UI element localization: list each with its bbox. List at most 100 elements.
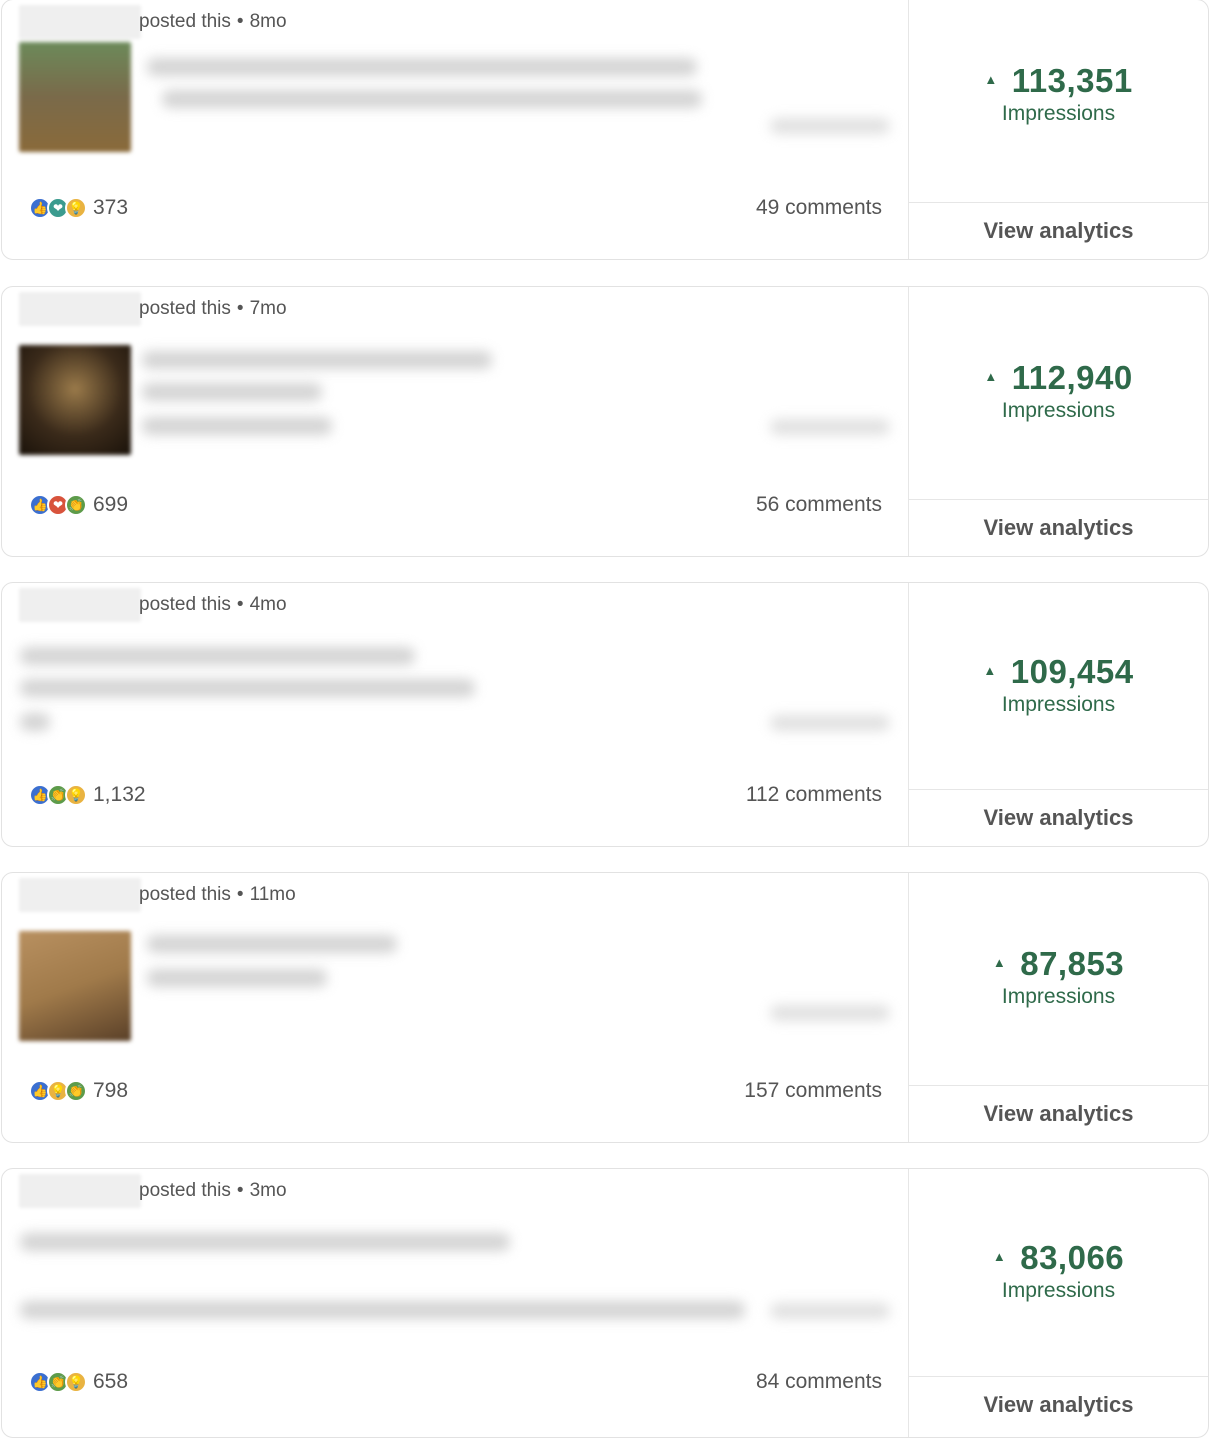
- reactions-summary[interactable]: 👍 ❤ 💡 373: [29, 196, 128, 220]
- reactions-summary[interactable]: 👍 👏 💡 658: [29, 1370, 128, 1394]
- reactions-count: 373: [93, 196, 129, 219]
- posted-this-label: posted this: [139, 11, 231, 32]
- impressions-value: 109,454: [1010, 653, 1134, 690]
- impressions-panel: ▲ 109,454 Impressions View analytics: [908, 583, 1208, 846]
- trend-up-icon: ▲: [984, 71, 998, 87]
- view-analytics-button[interactable]: View analytics: [909, 1376, 1208, 1433]
- impressions-value: 112,940: [1011, 359, 1133, 396]
- see-more-link[interactable]: [770, 419, 890, 435]
- post-content[interactable]: posted this • 3mo 👍 👏 💡 658 84 comments: [2, 1169, 908, 1437]
- celebrate-icon: 👏: [65, 494, 87, 516]
- post-content[interactable]: posted this • 7mo 👍 ❤ 👏 699 56 comments: [2, 287, 908, 556]
- post-age: 11mo: [249, 884, 296, 905]
- author-name-redacted: [19, 292, 141, 326]
- impressions-value-row: ▲ 87,853: [909, 945, 1208, 983]
- impressions-panel: ▲ 113,351 Impressions View analytics: [908, 0, 1208, 259]
- view-analytics-button[interactable]: View analytics: [909, 202, 1208, 259]
- trend-up-icon: ▲: [992, 1248, 1007, 1264]
- post-age: 3mo: [249, 1180, 287, 1201]
- post-content[interactable]: posted this • 4mo 👍 👏 💡 1,132 112 comments: [2, 583, 908, 846]
- post-thumbnail[interactable]: [19, 42, 131, 152]
- see-more-link[interactable]: [770, 715, 890, 731]
- view-analytics-button[interactable]: View analytics: [909, 1085, 1208, 1142]
- author-name-redacted: [19, 878, 141, 912]
- reactions-summary[interactable]: 👍 👏 💡 1,132: [29, 783, 146, 807]
- post-card: posted this • 4mo 👍 👏 💡 1,132 112 comments…: [1, 582, 1209, 847]
- post-card: posted this • 3mo 👍 👏 💡 658 84 comments ▲ 8…: [1, 1168, 1209, 1438]
- post-text-blurred: [142, 351, 492, 369]
- reactions-count: 798: [93, 1079, 129, 1102]
- meta-separator: •: [236, 884, 244, 905]
- post-content[interactable]: posted this • 11mo 👍 💡 👏 798 157 comments: [2, 873, 908, 1142]
- post-age: 8mo: [249, 11, 287, 32]
- impressions-panel: ▲ 83,066 Impressions View analytics: [908, 1169, 1208, 1437]
- post-text-blurred: [20, 713, 50, 731]
- author-name-redacted: [19, 5, 141, 39]
- impressions-label: Impressions: [1001, 102, 1116, 125]
- see-more-link[interactable]: [770, 1005, 890, 1021]
- reactions-count: 1,132: [93, 783, 146, 806]
- reactions-summary[interactable]: 👍 💡 👏 798: [29, 1079, 128, 1103]
- impressions-value-row: ▲ 112,940: [909, 359, 1208, 397]
- post-text-blurred: [147, 58, 697, 76]
- impressions-label: Impressions: [1001, 1279, 1116, 1302]
- impressions-value: 113,351: [1011, 62, 1133, 99]
- impressions-panel: ▲ 87,853 Impressions View analytics: [908, 873, 1208, 1142]
- post-text-blurred: [20, 647, 415, 665]
- post-thumbnail[interactable]: [19, 345, 131, 455]
- reactions-count: 658: [93, 1370, 129, 1393]
- impressions-value-row: ▲ 113,351: [909, 62, 1208, 100]
- impressions-block: ▲ 109,454 Impressions: [909, 653, 1208, 717]
- post-text-blurred: [162, 90, 702, 108]
- reactions-summary[interactable]: 👍 ❤ 👏 699: [29, 493, 128, 517]
- post-card: posted this • 11mo 👍 💡 👏 798 157 comments …: [1, 872, 1209, 1143]
- author-name-redacted: [19, 1174, 141, 1208]
- post-text-blurred: [20, 1301, 745, 1319]
- post-content[interactable]: posted this • 8mo 👍 ❤ 💡 373 49 comments: [2, 0, 908, 259]
- meta-separator: •: [236, 11, 244, 32]
- impressions-value-row: ▲ 83,066: [909, 1239, 1208, 1277]
- post-card: posted this • 7mo 👍 ❤ 👏 699 56 comments ▲ 1…: [1, 286, 1209, 557]
- post-meta: posted this • 4mo: [139, 594, 287, 616]
- impressions-label: Impressions: [1001, 985, 1116, 1008]
- post-age: 7mo: [249, 298, 287, 319]
- trend-up-icon: ▲: [984, 368, 998, 384]
- impressions-block: ▲ 112,940 Impressions: [909, 359, 1208, 423]
- see-more-link[interactable]: [770, 1303, 890, 1319]
- impressions-value: 83,066: [1020, 1239, 1125, 1276]
- see-more-link[interactable]: [770, 118, 890, 134]
- impressions-block: ▲ 113,351 Impressions: [909, 62, 1208, 126]
- reactions-count: 699: [93, 493, 129, 516]
- celebrate-icon: 👏: [65, 1080, 87, 1102]
- trend-up-icon: ▲: [992, 954, 1007, 970]
- trend-up-icon: ▲: [983, 662, 997, 678]
- impressions-label: Impressions: [1001, 693, 1116, 716]
- meta-separator: •: [236, 594, 244, 615]
- meta-separator: •: [236, 298, 244, 319]
- post-meta: posted this • 7mo: [139, 298, 287, 320]
- insight-icon: 💡: [65, 197, 87, 219]
- post-text-blurred: [142, 417, 332, 435]
- comments-count[interactable]: 112 comments: [746, 783, 882, 807]
- post-text-blurred: [142, 383, 322, 401]
- comments-count[interactable]: 84 comments: [756, 1370, 882, 1394]
- post-text-blurred: [147, 969, 327, 987]
- post-text-blurred: [147, 935, 397, 953]
- impressions-value: 87,853: [1020, 945, 1125, 982]
- insight-icon: 💡: [65, 1371, 87, 1393]
- view-analytics-button[interactable]: View analytics: [909, 499, 1208, 556]
- posted-this-label: posted this: [139, 884, 231, 905]
- comments-count[interactable]: 49 comments: [756, 196, 882, 220]
- impressions-block: ▲ 87,853 Impressions: [909, 945, 1208, 1009]
- comments-count[interactable]: 56 comments: [756, 493, 882, 517]
- author-name-redacted: [19, 588, 141, 622]
- posted-this-label: posted this: [139, 1180, 231, 1201]
- post-age: 4mo: [249, 594, 287, 615]
- comments-count[interactable]: 157 comments: [744, 1079, 882, 1103]
- post-text-blurred: [20, 1233, 510, 1251]
- view-analytics-button[interactable]: View analytics: [909, 789, 1208, 846]
- post-card: posted this • 8mo 👍 ❤ 💡 373 49 comments ▲ 1…: [1, 0, 1209, 260]
- impressions-label: Impressions: [1001, 399, 1116, 422]
- post-thumbnail[interactable]: [19, 931, 131, 1041]
- posted-this-label: posted this: [139, 298, 231, 319]
